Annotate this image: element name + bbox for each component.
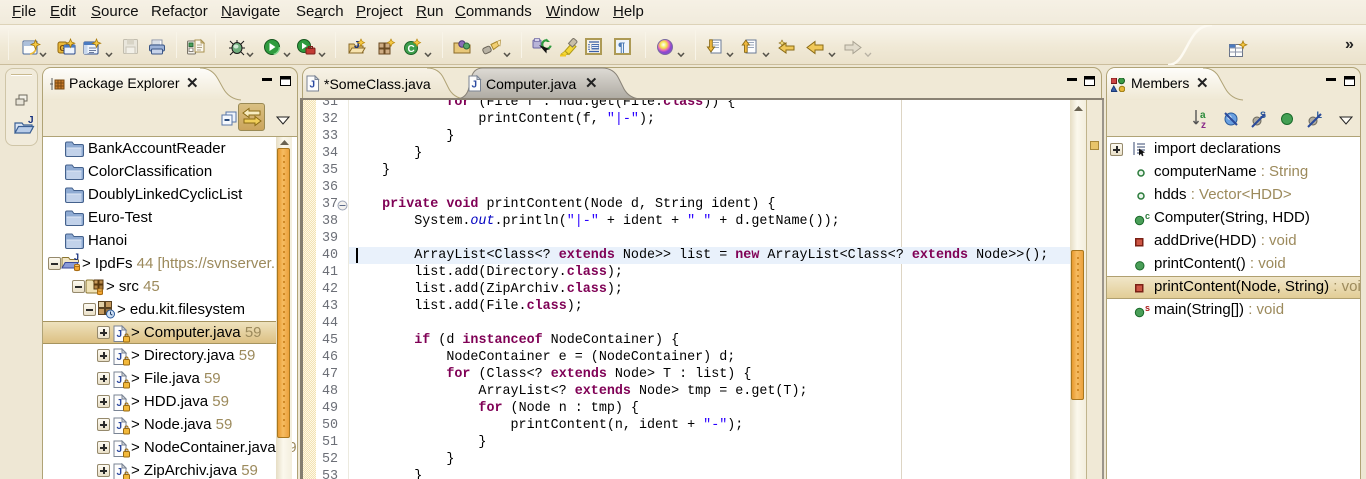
svg-text:J: J: [117, 329, 123, 340]
svg-text:c: c: [1145, 212, 1150, 221]
svg-text:J: J: [117, 352, 123, 363]
svg-text:J: J: [310, 80, 316, 91]
svg-text:J: J: [117, 444, 123, 455]
svg-text:C: C: [408, 44, 415, 55]
svg-text:J: J: [28, 115, 34, 126]
svg-text:s: s: [1145, 304, 1150, 313]
svg-text:J: J: [472, 80, 478, 91]
svg-text:z: z: [1201, 120, 1206, 130]
svg-text:¶: ¶: [618, 40, 625, 55]
svg-text:J: J: [117, 398, 123, 409]
svg-text:J: J: [117, 421, 123, 432]
svg-text:J: J: [117, 467, 123, 478]
svg-text:J: J: [117, 375, 123, 386]
svg-text:J: J: [74, 252, 79, 262]
